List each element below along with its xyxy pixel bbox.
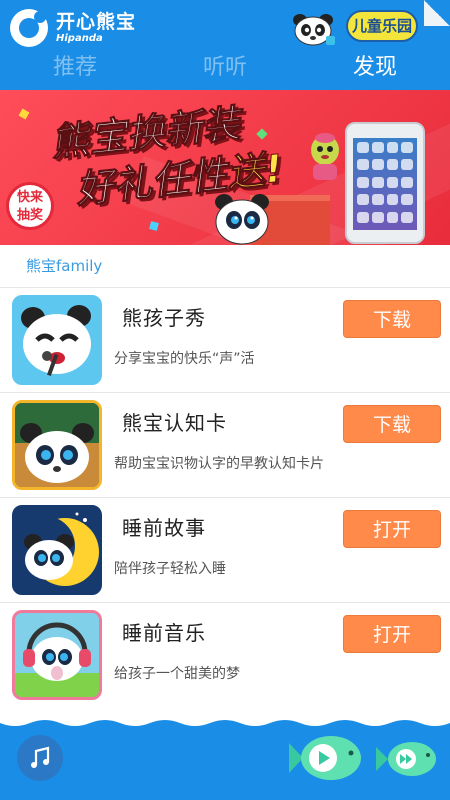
panda-speaker-image	[215, 194, 269, 245]
panda-chalkboard-icon[interactable]	[12, 400, 102, 490]
promo-banner[interactable]: 熊宝换新装 好礼任性送! 快来 抽奖	[0, 90, 450, 245]
confetti-decoration	[149, 221, 159, 231]
download-button[interactable]: 下载	[343, 405, 441, 443]
brand-name-en: Hipanda	[56, 32, 103, 44]
confetti-decoration	[18, 108, 30, 120]
tab-listen[interactable]: 听听	[150, 50, 300, 86]
app-description: 帮助宝宝识物认字的早教认知卡片	[114, 456, 324, 472]
fish-fast-forward-icon[interactable]	[374, 739, 438, 779]
app-description: 陪伴孩子轻松入睡	[114, 561, 226, 577]
app-row[interactable]: 睡前故事 陪伴孩子轻松入睡 打开	[0, 497, 450, 602]
brand-name: 开心熊宝	[56, 10, 137, 33]
brand-logo: 开心熊宝 Hipanda	[10, 9, 136, 47]
app-description: 分享宝宝的快乐“声”活	[114, 351, 255, 367]
lucky-draw-badge[interactable]: 快来 抽奖	[6, 182, 54, 230]
tab-recommend[interactable]: 推荐	[0, 50, 150, 86]
page-curl-decoration	[424, 0, 450, 26]
logo-mark-icon	[10, 9, 48, 47]
kids-park-button[interactable]: 儿童乐园	[346, 10, 418, 42]
panda-moon-icon[interactable]	[12, 505, 102, 595]
app-header: 开心熊宝 Hipanda 儿童乐园 推荐 听听 发现	[0, 0, 450, 90]
app-row[interactable]: 熊孩子秀 分享宝宝的快乐“声”活 下载	[0, 287, 450, 392]
download-button[interactable]: 下载	[343, 300, 441, 338]
top-tabs: 推荐 听听 发现	[0, 50, 450, 86]
app-name: 睡前故事	[122, 516, 206, 540]
app-row[interactable]: 熊宝认知卡 帮助宝宝识物认字的早教认知卡片 下载	[0, 392, 450, 497]
section-title: 熊宝family	[26, 257, 103, 275]
tab-discover[interactable]: 发现	[300, 50, 450, 86]
app-description: 给孩子一个甜美的梦	[114, 666, 240, 682]
player-bar	[0, 715, 450, 800]
plush-toy-image	[311, 133, 339, 180]
phone-product-image	[345, 122, 425, 244]
app-name: 睡前音乐	[122, 621, 206, 645]
app-name: 熊孩子秀	[122, 306, 206, 330]
app-name: 熊宝认知卡	[122, 411, 227, 435]
panda-headphones-icon[interactable]	[12, 610, 102, 700]
open-button[interactable]: 打开	[343, 615, 441, 653]
panda-mascot-icon[interactable]	[290, 12, 336, 46]
fish-play-icon[interactable]	[285, 733, 363, 783]
wave-decoration	[0, 715, 450, 726]
panda-singer-icon[interactable]	[12, 295, 102, 385]
banner-highlight: 送!	[224, 146, 285, 197]
music-note-icon[interactable]	[17, 735, 63, 781]
app-row[interactable]: 睡前音乐 给孩子一个甜美的梦 打开	[0, 602, 450, 707]
family-apps-section: 熊宝family 熊孩子秀 分享宝宝的快乐“声”活 下载 熊宝认知卡 帮助宝宝识…	[0, 245, 450, 715]
open-button[interactable]: 打开	[343, 510, 441, 548]
